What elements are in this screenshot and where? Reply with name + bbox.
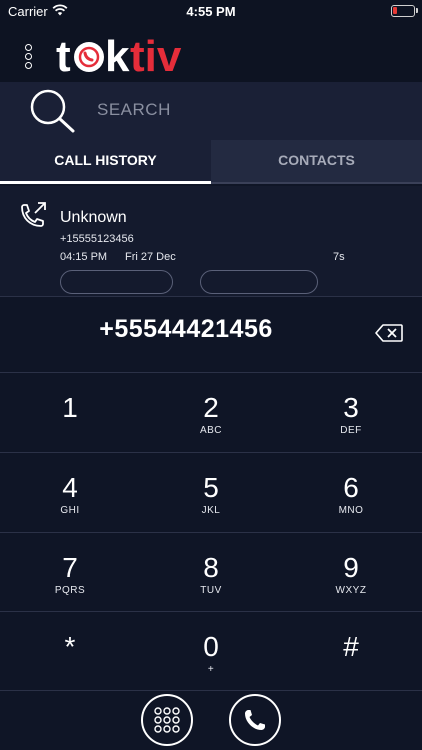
divider — [0, 296, 422, 297]
svg-text:t: t — [56, 32, 71, 78]
active-tab-indicator — [0, 181, 211, 184]
key-digit: 4 — [62, 472, 78, 503]
dialed-number-display[interactable]: +55544421456 — [0, 315, 372, 344]
key-digit: 3 — [343, 392, 359, 423]
key-9[interactable]: 9 WXYZ — [281, 533, 421, 611]
tab-contacts[interactable]: CONTACTS — [211, 140, 422, 182]
divider — [0, 690, 422, 691]
key-letters: DEF — [340, 425, 362, 436]
call-action-button[interactable] — [60, 270, 173, 294]
key-letters: WXYZ — [335, 585, 367, 596]
key-2[interactable]: 2 ABC — [141, 373, 281, 451]
key-1[interactable]: 1 — [0, 373, 140, 451]
search-placeholder[interactable]: SEARCH — [97, 100, 171, 120]
key-digit: 1 — [62, 392, 78, 423]
key-digit: 6 — [343, 472, 359, 503]
key-digit: 5 — [203, 472, 219, 503]
svg-text:k: k — [105, 32, 130, 78]
call-action-button[interactable] — [200, 270, 318, 294]
key-letters: JKL — [201, 505, 221, 516]
tab-divider — [211, 182, 422, 184]
key-5[interactable]: 5 JKL — [141, 453, 281, 531]
call-date: Fri 27 Dec — [125, 251, 176, 263]
call-time: 04:15 PM — [60, 251, 108, 263]
key-digit: 7 — [62, 552, 78, 583]
vertical-dots-icon[interactable] — [22, 44, 34, 72]
battery-icon — [391, 5, 415, 17]
caller-number: +15555123456 — [60, 233, 134, 245]
key-letters: ABC — [199, 425, 223, 436]
svg-text:tiv: tiv — [130, 32, 182, 78]
key-digit: 2 — [203, 392, 219, 423]
key-digit: 9 — [343, 552, 359, 583]
outgoing-call-icon — [18, 202, 48, 237]
key-digit: 8 — [203, 552, 219, 583]
keypad-toggle-button[interactable] — [141, 694, 193, 746]
key-0[interactable]: 0 + — [141, 612, 281, 690]
call-duration: 7s — [333, 251, 345, 263]
search-icon[interactable] — [28, 88, 76, 139]
caller-name: Unknown — [60, 209, 127, 226]
key-digit: 0 — [203, 631, 219, 662]
call-button[interactable] — [229, 694, 281, 746]
key-4[interactable]: 4 GHI — [0, 453, 140, 531]
key-digit: # — [343, 631, 359, 662]
key-8[interactable]: 8 TUV — [141, 533, 281, 611]
key-6[interactable]: 6 MNO — [281, 453, 421, 531]
key-hash[interactable]: # — [281, 612, 421, 690]
phone-icon — [245, 710, 265, 730]
app-logo: t k tiv — [56, 30, 196, 80]
key-letters: + — [207, 664, 215, 675]
key-letters: PQRS — [54, 585, 86, 596]
backspace-icon[interactable] — [375, 324, 403, 347]
key-letters: MNO — [338, 505, 364, 516]
key-3[interactable]: 3 DEF — [281, 373, 421, 451]
key-letters: GHI — [60, 505, 80, 516]
key-star[interactable]: * — [0, 612, 140, 690]
key-letters: TUV — [200, 585, 222, 596]
key-7[interactable]: 7 PQRS — [0, 533, 140, 611]
status-time: 4:55 PM — [186, 4, 236, 19]
key-digit: * — [64, 631, 76, 662]
keypad-icon — [154, 707, 180, 733]
battery-tip — [416, 8, 418, 13]
tab-call-history[interactable]: CALL HISTORY — [0, 140, 211, 182]
